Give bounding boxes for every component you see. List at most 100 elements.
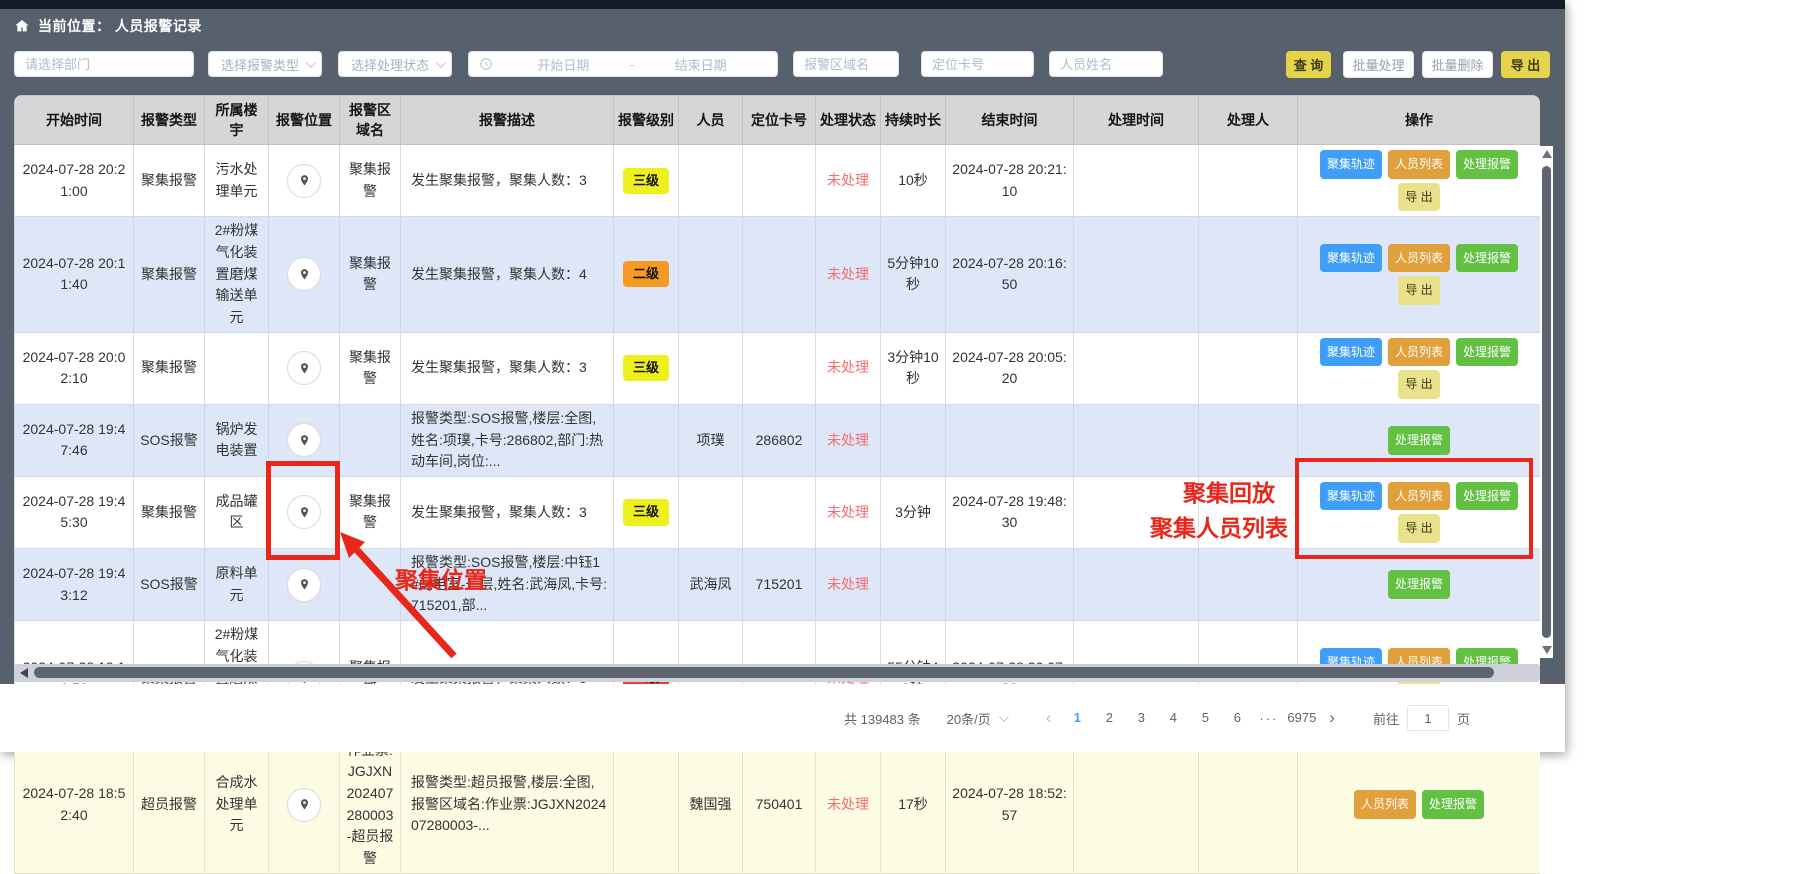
- column-header: 报警类型: [134, 96, 205, 145]
- row-action-button[interactable]: 处理报警: [1456, 150, 1518, 179]
- cell-start-time: 2024-07-28 20:11:40: [15, 217, 134, 332]
- row-action-button[interactable]: 聚集轨迹: [1320, 338, 1382, 367]
- cell-duration: 17秒: [881, 736, 946, 873]
- row-action-button[interactable]: 处理报警: [1388, 570, 1450, 599]
- page-ellipsis[interactable]: ···: [1259, 711, 1278, 726]
- home-icon[interactable]: [14, 18, 30, 34]
- app-window: 当前位置： 人员报警记录 选择报警类型 选择处理状态 开始日期 - 结束日期: [0, 0, 1565, 752]
- export-button[interactable]: 导 出: [1501, 51, 1550, 78]
- area-input[interactable]: [794, 52, 898, 76]
- cell-area: 聚集报警: [340, 145, 401, 217]
- card-field: [921, 51, 1034, 77]
- column-header: 报警位置: [269, 96, 340, 145]
- row-action-button[interactable]: 人员列表: [1354, 790, 1416, 819]
- row-action-button[interactable]: 聚集轨迹: [1320, 150, 1382, 179]
- annotation-position-label: 聚集位置: [395, 561, 487, 595]
- page-numbers: 123456: [1061, 705, 1253, 731]
- location-pin-icon[interactable]: [287, 568, 321, 602]
- department-input[interactable]: [15, 52, 193, 76]
- row-action-button[interactable]: 处理报警: [1456, 338, 1518, 367]
- last-page-button[interactable]: 6975: [1287, 705, 1316, 731]
- scroll-down-icon[interactable]: [1542, 646, 1552, 654]
- status-badge: 未处理: [827, 576, 869, 592]
- status-badge: 未处理: [827, 504, 869, 520]
- area-field: [793, 51, 899, 77]
- name-input[interactable]: [1050, 52, 1162, 76]
- cell-type: 聚集报警: [134, 332, 205, 404]
- start-date-placeholder[interactable]: 开始日期: [497, 55, 630, 74]
- cell-building: 污水处理单元: [205, 145, 269, 217]
- cell-desc: 发生聚集报警，聚集人数：3: [401, 145, 614, 217]
- page-number-button[interactable]: 6: [1224, 705, 1250, 731]
- cell-duration: [881, 404, 946, 476]
- total-count: 共 139483 条: [844, 709, 921, 728]
- column-header: 处理状态: [816, 96, 881, 145]
- column-header: 结束时间: [946, 96, 1074, 145]
- location-pin-icon[interactable]: [287, 423, 321, 457]
- query-button[interactable]: 查 询: [1286, 51, 1331, 78]
- end-date-placeholder[interactable]: 结束日期: [634, 55, 767, 74]
- cell-desc: 报警类型:SOS报警,楼层:全图,姓名:项璞,卡号:286802,部门:热动车间…: [401, 404, 614, 476]
- annotation-arrow: [332, 528, 467, 663]
- row-action-button[interactable]: 人员列表: [1388, 244, 1450, 273]
- handle-status-select[interactable]: 选择处理状态: [338, 51, 452, 77]
- cell-actions: 聚集轨迹人员列表处理报警导 出: [1298, 332, 1541, 404]
- status-badge: 未处理: [827, 172, 869, 188]
- row-action-button[interactable]: 导 出: [1398, 183, 1439, 212]
- horizontal-scrollbar[interactable]: [14, 664, 1540, 682]
- row-action-button[interactable]: 导 出: [1398, 370, 1439, 399]
- row-action-button[interactable]: 处理报警: [1422, 790, 1484, 819]
- cell-handler: [1199, 404, 1298, 476]
- cell-handle-time: [1074, 404, 1199, 476]
- vertical-scroll-thumb[interactable]: [1542, 166, 1551, 638]
- goto-page-input[interactable]: [1407, 705, 1449, 731]
- vertical-scrollbar[interactable]: [1540, 146, 1553, 658]
- scroll-left-icon[interactable]: [20, 668, 28, 678]
- next-page-button[interactable]: ›: [1319, 708, 1345, 728]
- page-size-select[interactable]: 20条/页: [947, 709, 1006, 728]
- row-action-button[interactable]: 处理报警: [1388, 426, 1450, 455]
- batch-delete-button[interactable]: 批量删除: [1422, 51, 1493, 78]
- row-action-button[interactable]: 导 出: [1398, 276, 1439, 305]
- date-range-picker[interactable]: 开始日期 - 结束日期: [468, 51, 778, 77]
- cell-level: [614, 549, 679, 621]
- page-number-button[interactable]: 5: [1192, 705, 1218, 731]
- horizontal-scroll-thumb[interactable]: [34, 667, 1494, 678]
- prev-page-button[interactable]: ‹: [1036, 708, 1062, 728]
- location-pin-icon[interactable]: [287, 164, 321, 198]
- cell-start-time: 2024-07-28 19:45:30: [15, 476, 134, 548]
- cell-building: 成品罐区: [205, 476, 269, 548]
- cell-start-time: 2024-07-28 20:02:10: [15, 332, 134, 404]
- breadcrumb-label: 当前位置：: [38, 18, 111, 34]
- page-number-button[interactable]: 2: [1096, 705, 1122, 731]
- row-action-button[interactable]: 人员列表: [1388, 150, 1450, 179]
- page-number-button[interactable]: 4: [1160, 705, 1186, 731]
- location-pin-icon[interactable]: [287, 257, 321, 291]
- annotation-playback-label: 聚集回放: [1183, 474, 1275, 508]
- page-number-button[interactable]: 3: [1128, 705, 1154, 731]
- row-action-button[interactable]: 聚集轨迹: [1320, 244, 1382, 273]
- cell-handler: [1199, 217, 1298, 332]
- cell-building: [205, 332, 269, 404]
- column-header: 操作: [1298, 96, 1541, 145]
- cell-actions: 人员列表处理报警: [1298, 736, 1541, 873]
- cell-person: [679, 217, 743, 332]
- cell-end-time: 2024-07-28 18:52:57: [946, 736, 1074, 873]
- page-number-button[interactable]: 1: [1064, 705, 1090, 731]
- goto-suffix: 页: [1457, 709, 1470, 728]
- table-row: 2024-07-28 20:11:40聚集报警2#粉煤气化装置磨煤输送单元聚集报…: [15, 217, 1541, 332]
- location-pin-icon[interactable]: [287, 788, 321, 822]
- cell-area: 作业票:JGJXN202407280003-超员报警: [340, 736, 401, 873]
- row-action-button[interactable]: 处理报警: [1456, 244, 1518, 273]
- cell-actions: 处理报警: [1298, 549, 1541, 621]
- cell-card: [743, 332, 816, 404]
- alarm-type-select[interactable]: 选择报警类型: [208, 51, 322, 77]
- column-header: 处理人: [1199, 96, 1298, 145]
- scroll-up-icon[interactable]: [1542, 150, 1552, 158]
- cell-level: [614, 736, 679, 873]
- card-input[interactable]: [922, 52, 1033, 76]
- location-pin-icon[interactable]: [287, 351, 321, 385]
- row-action-button[interactable]: 人员列表: [1388, 338, 1450, 367]
- pagination-bar: 共 139483 条 20条/页 ‹ 123456 ··· 6975 › 前往 …: [0, 684, 1565, 752]
- batch-handle-button[interactable]: 批量处理: [1343, 51, 1414, 78]
